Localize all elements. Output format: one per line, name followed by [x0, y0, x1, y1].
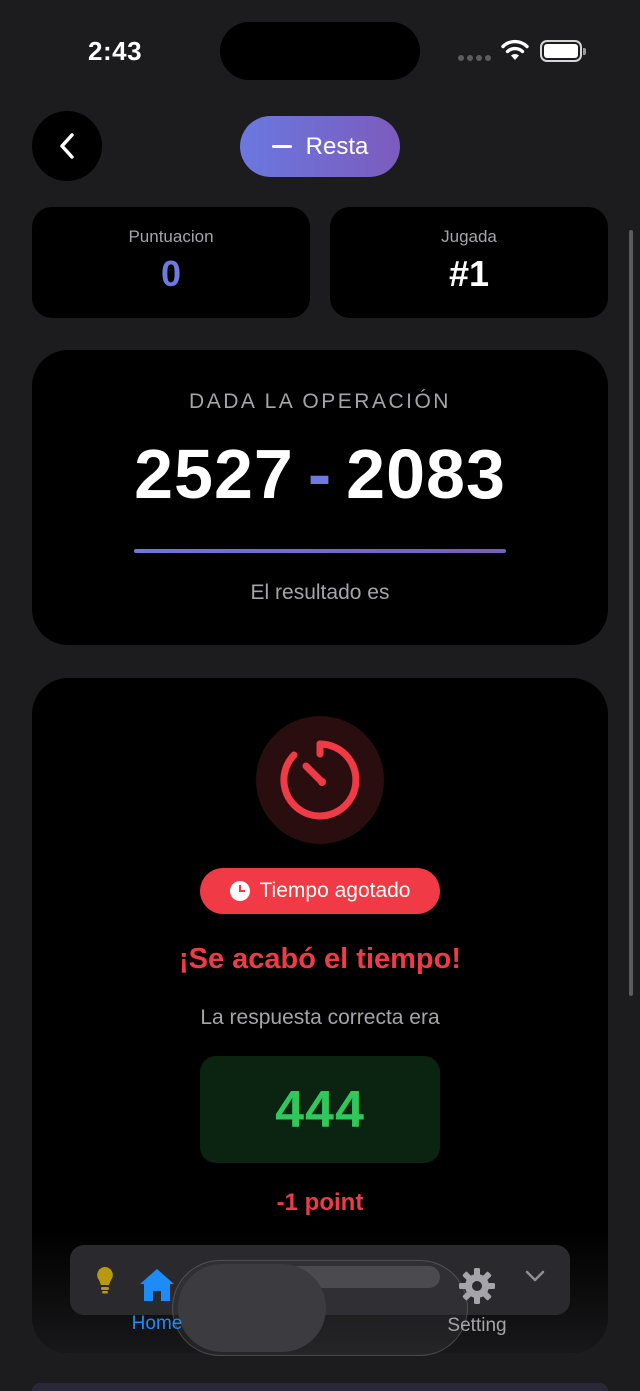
play-card: Jugada #1	[330, 207, 608, 318]
timer-badge	[256, 716, 384, 844]
divider-bar	[134, 549, 506, 553]
timeout-badge: Tiempo agotado	[200, 868, 440, 914]
status-time: 2:43	[88, 36, 143, 66]
mode-label: Resta	[305, 132, 369, 160]
operator: -	[307, 435, 333, 513]
score-card: Puntuacion 0	[32, 207, 310, 318]
status-bar: 2:43	[0, 0, 640, 100]
tab-bar: Home Setting	[0, 1256, 640, 1356]
tab-setting[interactable]: Setting	[417, 1266, 537, 1337]
operation-card: DADA LA OPERACIÓN 2527-2083 El resultado…	[32, 350, 608, 645]
next-card-edge	[32, 1383, 608, 1391]
battery-icon	[540, 40, 586, 62]
operand-left: 2527	[134, 435, 294, 513]
back-button[interactable]	[32, 111, 102, 181]
timeout-badge-label: Tiempo agotado	[259, 879, 411, 902]
penalty-text: -1 point	[276, 1189, 364, 1216]
play-label: Jugada	[441, 227, 497, 246]
timer-icon	[280, 740, 360, 820]
operand-right: 2083	[346, 435, 506, 513]
dynamic-island	[220, 22, 420, 80]
scrollbar[interactable]	[629, 230, 633, 996]
operation-expression: 2527-2083	[32, 436, 608, 513]
operation-heading: DADA LA OPERACIÓN	[189, 390, 451, 413]
tab-home-label: Home	[131, 1313, 183, 1334]
cellular-signal-icon	[458, 55, 491, 61]
mode-pill[interactable]: Resta	[240, 116, 400, 177]
play-value: #1	[448, 253, 490, 294]
score-value: 0	[160, 253, 182, 294]
correct-answer-value: 444	[275, 1080, 365, 1139]
house-icon	[140, 1269, 174, 1301]
gear-icon	[459, 1268, 495, 1304]
wifi-icon	[501, 39, 529, 60]
minus-icon	[271, 145, 292, 148]
tab-setting-label: Setting	[447, 1315, 507, 1336]
correct-answer-label: La respuesta correcta era	[200, 1006, 440, 1029]
answer-box: 444	[200, 1056, 440, 1163]
operation-subtitle: El resultado es	[250, 581, 390, 604]
clock-icon	[229, 881, 250, 901]
tab-home[interactable]: Home	[97, 1266, 217, 1335]
chevron-left-icon	[60, 133, 74, 159]
score-label: Puntuacion	[128, 227, 214, 246]
timeout-title: ¡Se acabó el tiempo!	[178, 943, 461, 975]
